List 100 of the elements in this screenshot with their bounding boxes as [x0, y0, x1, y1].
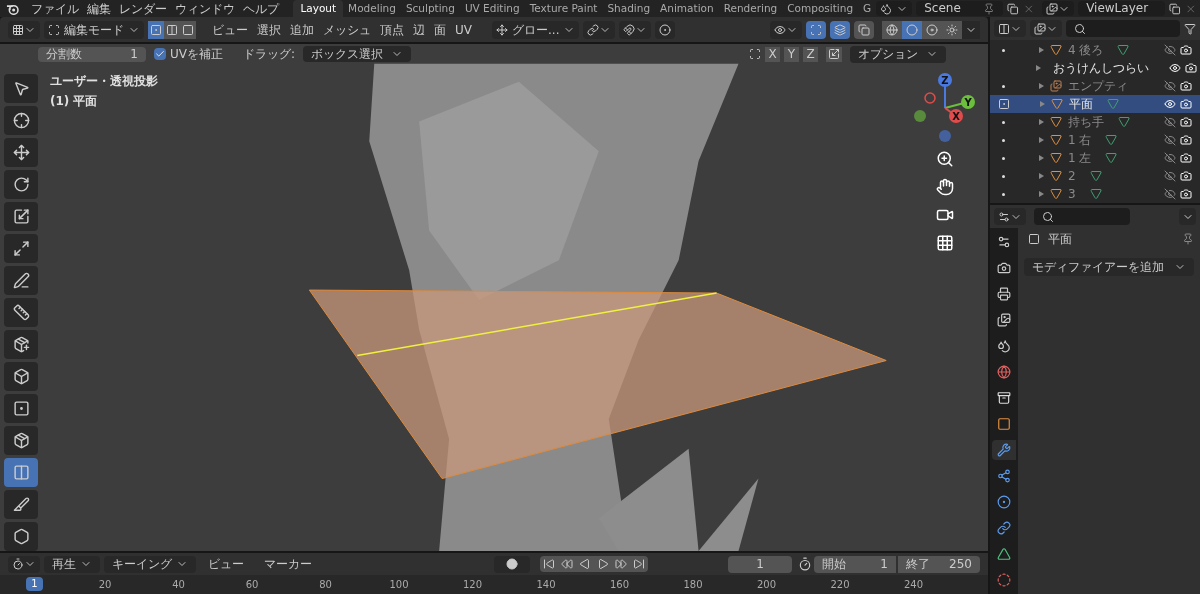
menu-dropdown[interactable]: 再生	[44, 555, 100, 573]
hand-icon[interactable]	[936, 178, 954, 196]
camera-icon[interactable]	[1180, 170, 1192, 182]
ruler-tool[interactable]	[4, 298, 38, 327]
solid-sphere-button[interactable]	[902, 20, 922, 39]
orientation-dropdown[interactable]: グロー...	[492, 20, 580, 39]
view-layer-selector[interactable]	[1042, 1, 1075, 16]
workspace-tab[interactable]: Animation	[655, 0, 719, 17]
menu-item[interactable]: マーカー	[256, 555, 320, 573]
object-name[interactable]: 2	[1068, 167, 1076, 185]
object-name[interactable]: おうけんしつらい	[1053, 59, 1149, 77]
eye-closed-icon[interactable]	[1164, 188, 1176, 200]
workspace-tab[interactable]: UV Editing	[459, 0, 525, 17]
square-dot-tool[interactable]	[4, 394, 38, 423]
overlay-toggle[interactable]	[830, 20, 850, 39]
eye-closed-icon[interactable]	[1164, 170, 1176, 182]
workspace-tab[interactable]: Rendering	[718, 0, 783, 17]
pointer-tool[interactable]	[4, 74, 38, 103]
display-mode-dropdown[interactable]	[994, 20, 1026, 37]
editor-type-button[interactable]	[8, 20, 40, 39]
camera-icon[interactable]	[1180, 98, 1192, 110]
camera-icon[interactable]	[1180, 134, 1192, 146]
object-name[interactable]: 持ち手	[1068, 113, 1104, 131]
copy-icon[interactable]	[1169, 2, 1181, 15]
proportional-button[interactable]	[655, 20, 676, 39]
expand-arrow-icon[interactable]	[1039, 173, 1044, 179]
pivot-dropdown[interactable]	[583, 20, 616, 39]
visibility-dropdown[interactable]	[770, 20, 802, 39]
playhead-marker[interactable]: 1	[26, 577, 43, 591]
eye-closed-icon[interactable]	[1164, 116, 1176, 128]
object-name[interactable]: 1 右	[1068, 131, 1092, 149]
outliner-row[interactable]: 3	[990, 185, 1200, 203]
cuts-field[interactable]: 分割数 1	[38, 46, 146, 62]
eye-closed-icon[interactable]	[1164, 134, 1176, 146]
pen-tool[interactable]	[4, 266, 38, 295]
snap-dropdown[interactable]	[619, 20, 652, 39]
menu-item[interactable]: ビュー	[212, 20, 248, 39]
camera-icon[interactable]	[1180, 188, 1192, 200]
editor-type-button[interactable]	[8, 555, 40, 573]
workspace-tab[interactable]: Shading	[602, 0, 656, 17]
menu-item[interactable]: 編集	[83, 0, 116, 17]
menu-dropdown[interactable]: キーイング	[104, 555, 196, 573]
shading-options-button[interactable]	[962, 20, 980, 39]
expand-arrow-icon[interactable]	[1039, 83, 1044, 89]
object-name[interactable]: 1 左	[1068, 149, 1092, 167]
eye-closed-icon[interactable]	[1164, 80, 1176, 92]
search-field[interactable]	[1034, 208, 1130, 225]
camera-icon[interactable]	[1180, 44, 1192, 56]
search-field[interactable]	[1066, 20, 1180, 37]
eye-icon[interactable]	[1169, 62, 1181, 74]
move-tool[interactable]	[4, 138, 38, 167]
drag-dropdown[interactable]: ボックス選択	[303, 46, 412, 62]
object-name[interactable]: 3	[1068, 185, 1076, 203]
menu-item[interactable]: 辺	[413, 20, 425, 39]
menu-item[interactable]: ヘルプ	[239, 0, 284, 17]
menu-item[interactable]: ファイル	[27, 0, 84, 17]
object-name[interactable]: 4 後ろ	[1068, 41, 1104, 59]
eye-closed-icon[interactable]	[1164, 44, 1176, 56]
box-plus-tool[interactable]	[4, 330, 38, 359]
crosshair-tool[interactable]	[4, 106, 38, 135]
filter-dropdown[interactable]	[1030, 20, 1062, 37]
menu-item[interactable]: 選択	[257, 20, 281, 39]
outliner-row[interactable]: 1 右	[990, 131, 1200, 149]
auto-merge-button[interactable]	[826, 46, 842, 62]
outliner-row[interactable]: 1 左	[990, 149, 1200, 167]
material-sphere-button[interactable]	[922, 20, 942, 39]
object-name[interactable]: エンプティ	[1068, 77, 1128, 95]
square-button[interactable]	[180, 20, 196, 39]
axis-toggle[interactable]: Y	[784, 46, 799, 62]
axis-gizmo-drawing[interactable]: Z Y X	[910, 72, 980, 144]
workspace-tab[interactable]: Layout	[293, 0, 344, 17]
record-button[interactable]	[494, 555, 530, 573]
columns-button[interactable]	[164, 20, 180, 39]
mode-dropdown[interactable]: 編集モード	[44, 20, 144, 39]
outliner-row[interactable]: エンプティ	[990, 77, 1200, 95]
workspace-tab[interactable]: Compositing	[782, 0, 859, 17]
hexagon-tool[interactable]	[4, 522, 38, 551]
cube-tool[interactable]	[4, 362, 38, 391]
blender-logo-icon[interactable]	[6, 2, 20, 15]
rendered-sphere-button[interactable]	[942, 20, 962, 39]
pin-icon[interactable]	[1182, 233, 1194, 245]
scale-tool[interactable]	[4, 202, 38, 231]
expand-arrow-icon[interactable]	[1039, 191, 1044, 197]
checkbox[interactable]	[154, 48, 166, 60]
scene-field[interactable]: Scene	[916, 1, 1004, 16]
camera-icon[interactable]	[1180, 80, 1192, 92]
stopwatch-icon[interactable]	[798, 557, 812, 571]
axis-toggle[interactable]: Z	[803, 46, 818, 62]
expand-arrow-icon[interactable]	[1039, 155, 1044, 161]
filter-icon[interactable]	[1184, 22, 1196, 35]
workspace-tab[interactable]: Texture Paint	[524, 0, 603, 17]
wrench-tab[interactable]	[992, 440, 1016, 460]
menu-item[interactable]: 追加	[290, 20, 314, 39]
prev-key-icon[interactable]	[558, 556, 576, 572]
wireframe-button[interactable]	[882, 20, 902, 39]
editor-type-button[interactable]	[994, 208, 1026, 225]
current-frame-field[interactable]: 1	[728, 555, 792, 573]
object-name[interactable]: 平面	[1069, 95, 1093, 113]
camera-icon[interactable]	[1180, 152, 1192, 164]
menu-item[interactable]: ウィンドウ	[171, 0, 240, 17]
